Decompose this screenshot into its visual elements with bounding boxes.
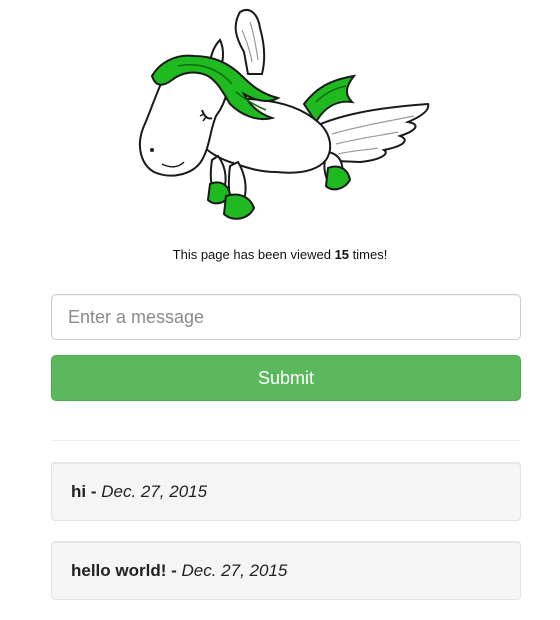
nostril-shape (150, 148, 154, 152)
view-counter-prefix: This page has been viewed (172, 247, 331, 262)
message-input[interactable] (51, 294, 521, 340)
divider (51, 440, 521, 441)
submit-button[interactable]: Submit (51, 355, 521, 401)
back-hoof-shape (324, 165, 352, 191)
message-item: hi - Dec. 27, 2015 (51, 462, 521, 521)
message-list: hi - Dec. 27, 2015 hello world! - Dec. 2… (51, 462, 521, 620)
view-count: 15 (334, 247, 350, 262)
message-text: hello world! (71, 561, 167, 580)
view-counter: This page has been viewed 15 times! (0, 247, 560, 262)
message-date: Dec. 27, 2015 (181, 561, 288, 580)
pegasus-logo-icon (138, 9, 430, 220)
back-wing-shape (234, 9, 266, 75)
view-counter-suffix: times! (352, 247, 388, 262)
message-item: hello world! - Dec. 27, 2015 (51, 541, 521, 600)
message-date: Dec. 27, 2015 (101, 482, 208, 501)
message-separator: - (166, 561, 182, 580)
message-separator: - (86, 482, 102, 501)
front-hoof-shape (222, 193, 256, 220)
message-text: hi (71, 482, 87, 501)
